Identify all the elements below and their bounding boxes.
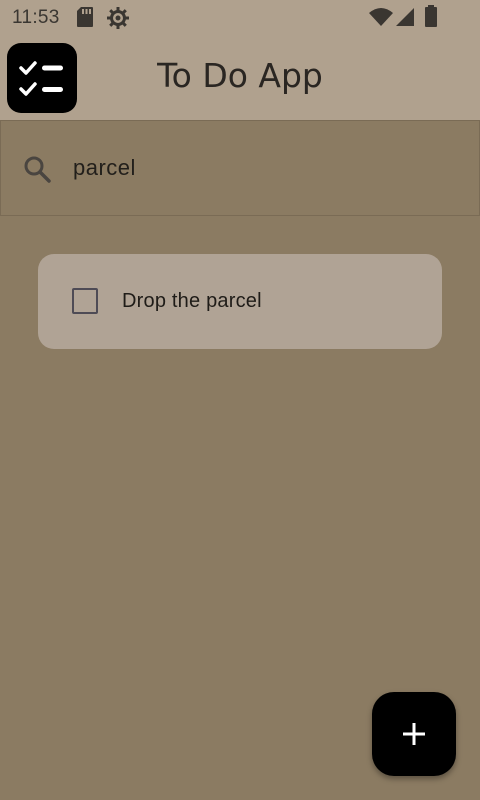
settings-icon bbox=[107, 7, 129, 29]
status-time: 11:53 bbox=[12, 7, 60, 28]
search-icon bbox=[24, 156, 51, 183]
cell-signal-icon bbox=[396, 8, 414, 26]
task-card[interactable]: Drop the parcel bbox=[38, 254, 442, 349]
sd-card-icon bbox=[77, 7, 93, 27]
status-bar: 11:53 bbox=[0, 0, 480, 36]
plus-icon bbox=[403, 723, 425, 745]
app-title: To Do App bbox=[157, 56, 323, 95]
app-bar: To Do App bbox=[0, 36, 480, 120]
battery-icon bbox=[425, 5, 437, 27]
add-task-button[interactable] bbox=[372, 692, 456, 776]
task-label: Drop the parcel bbox=[122, 290, 262, 312]
task-checkbox[interactable] bbox=[72, 288, 98, 314]
search-input[interactable] bbox=[73, 149, 453, 187]
wifi-icon bbox=[369, 8, 393, 26]
search-box[interactable] bbox=[0, 120, 480, 216]
